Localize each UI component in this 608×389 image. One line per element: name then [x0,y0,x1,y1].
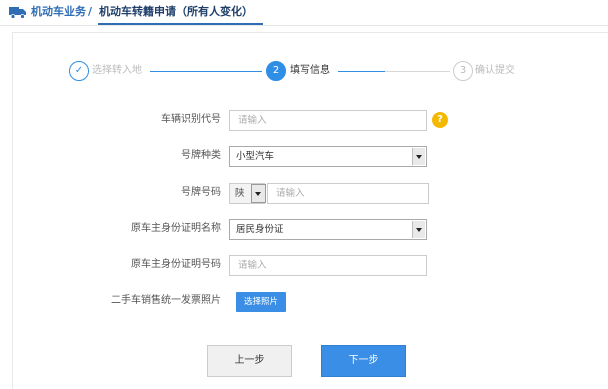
step-3-number: 3 [453,61,473,81]
step-2-label: 填写信息 [290,65,330,76]
step-3-label: 确认提交 [475,65,515,76]
plate-type-value: 小型汽车 [236,151,275,162]
breadcrumb-separator: / [88,5,93,18]
chevron-down-icon [412,148,425,165]
owner-id-type-value: 居民身份证 [236,224,284,235]
breadcrumb-section[interactable]: 机动车业务 [31,3,86,20]
vin-label: 车辆识别代号 [161,114,221,125]
step-2-number: 2 [266,61,286,81]
plate-type-select[interactable]: 小型汽车 [229,146,427,167]
owner-id-number-input[interactable]: 请输入 [229,255,427,276]
next-step-button[interactable]: 下一步 [321,345,406,377]
step-1-check-icon: ✓ [69,61,89,81]
plate-prefix-dropdown[interactable] [251,184,266,203]
plate-number-label: 号牌号码 [181,187,221,198]
owner-id-type-label: 原车主身份证明名称 [131,223,221,234]
invoice-label: 二手车销售统一发票照片 [111,295,221,306]
step-connector-2a [338,71,385,72]
truck-icon [9,7,26,19]
help-icon[interactable]: ? [432,112,448,128]
chevron-down-icon [252,185,265,202]
upload-photo-button[interactable]: 选择照片 [236,292,286,312]
prev-step-button[interactable]: 上一步 [207,345,292,377]
plate-number-input[interactable]: 请输入 [267,183,429,204]
page-title: 机动车转籍申请（所有人变化） [99,5,253,18]
owner-id-type-select[interactable]: 居民身份证 [229,219,427,240]
vin-input[interactable]: 请输入 [229,110,427,131]
owner-id-number-label: 原车主身份证明号码 [131,259,221,270]
chevron-down-icon [412,221,425,238]
title-underline [98,23,263,25]
step-connector-2b [385,71,450,72]
step-connector-1 [150,71,262,72]
form-panel [12,32,608,389]
plate-type-label: 号牌种类 [181,150,221,161]
step-1-label: 选择转入地 [92,65,142,76]
plate-prefix-value: 陕 [235,188,245,199]
header-bar: 机动车业务 / 机动车转籍申请（所有人变化） [0,0,608,26]
